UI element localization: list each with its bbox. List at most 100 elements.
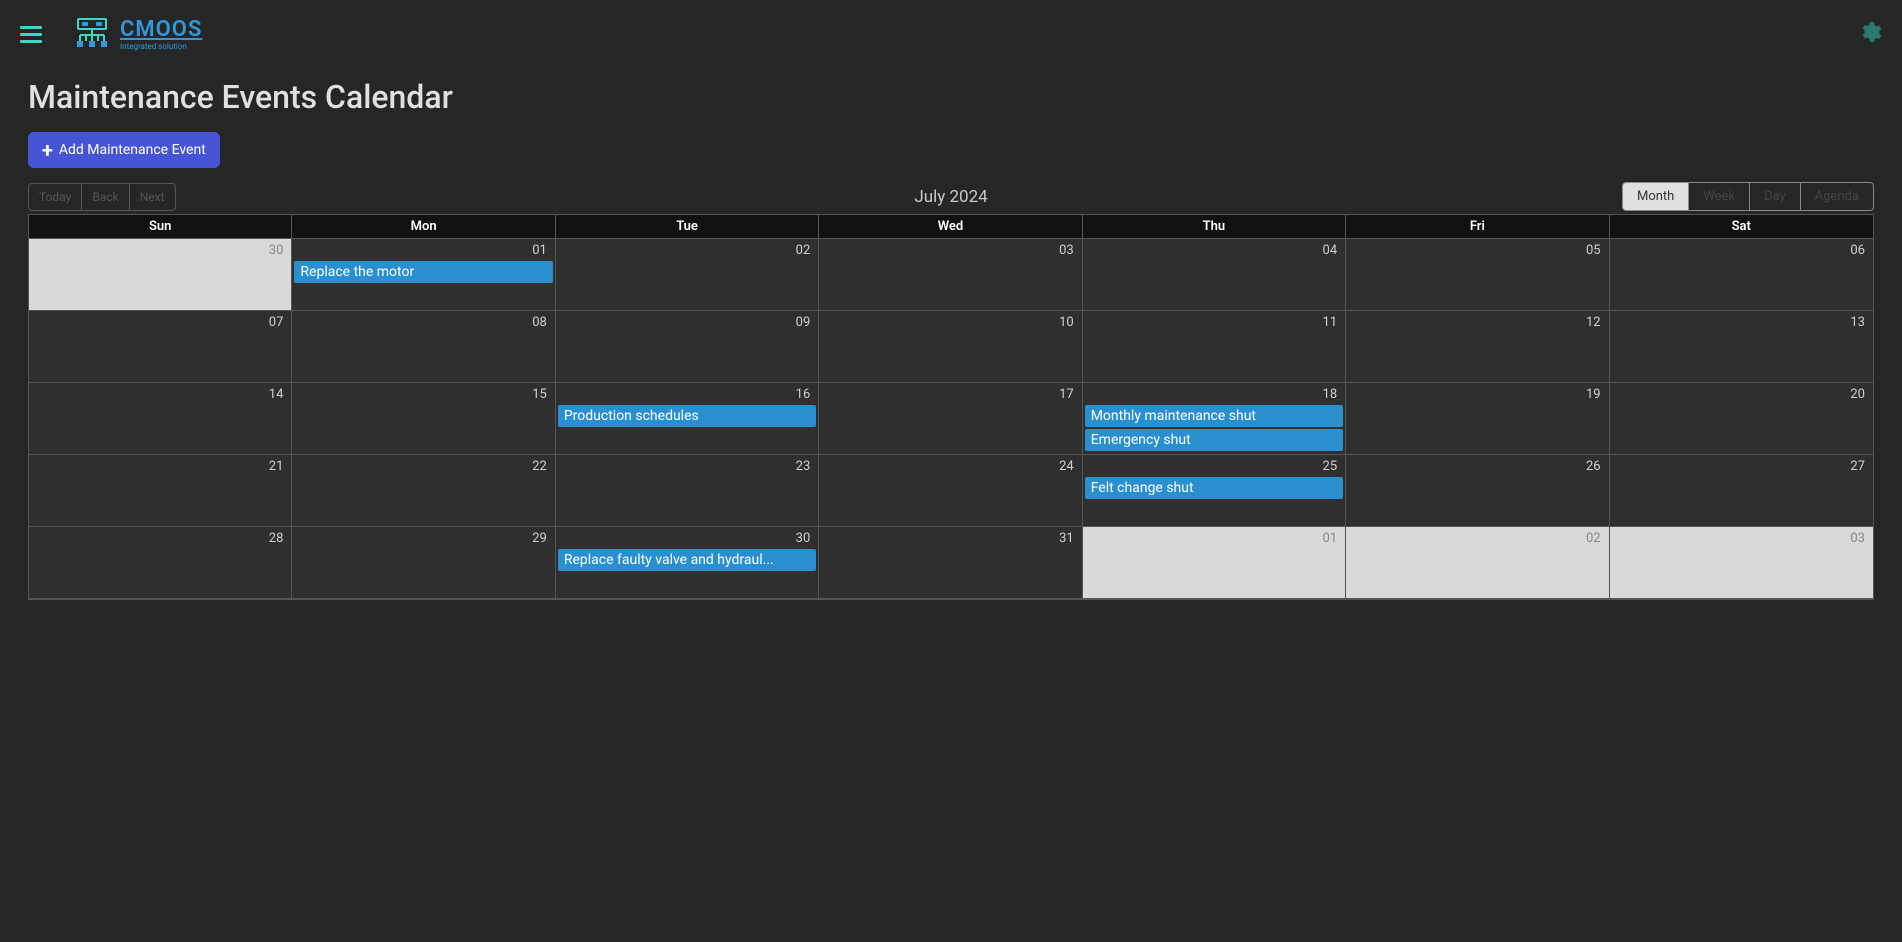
calendar-event[interactable]: Production schedules <box>558 405 816 427</box>
calendar-event[interactable]: Emergency shut <box>1085 429 1343 451</box>
day-number: 21 <box>269 459 284 474</box>
gear-icon <box>1858 20 1882 44</box>
calendar-cell[interactable]: 22 <box>292 455 555 527</box>
calendar-cell[interactable]: 01 <box>1083 527 1346 599</box>
calendar-cell[interactable]: 16 Production schedules <box>556 383 819 455</box>
day-number: 05 <box>1586 243 1601 258</box>
day-number: 16 <box>796 387 811 402</box>
calendar-cell[interactable]: 15 <box>292 383 555 455</box>
logo[interactable]: CMOOS Integrated solution <box>72 17 202 53</box>
day-number: 02 <box>796 243 811 258</box>
calendar-cell[interactable]: 31 <box>819 527 1082 599</box>
calendar-event[interactable]: Replace the motor <box>294 261 552 283</box>
calendar-event[interactable]: Felt change shut <box>1085 477 1343 499</box>
day-header: Wed <box>819 215 1082 238</box>
day-number: 31 <box>1059 531 1074 546</box>
day-number: 30 <box>796 531 811 546</box>
day-number: 07 <box>269 315 284 330</box>
day-number: 01 <box>532 243 547 258</box>
day-header: Fri <box>1346 215 1609 238</box>
calendar-cell[interactable]: 29 <box>292 527 555 599</box>
logo-subtitle: Integrated solution <box>120 43 202 51</box>
logo-icon <box>72 17 112 53</box>
calendar-event[interactable]: Replace faulty valve and hydraul... <box>558 549 816 571</box>
app-header: CMOOS Integrated solution <box>0 0 1902 70</box>
day-number: 25 <box>1323 459 1338 474</box>
day-number: 18 <box>1323 387 1338 402</box>
next-button[interactable]: Next <box>130 184 175 210</box>
day-number: 03 <box>1059 243 1074 258</box>
calendar-cell[interactable]: 08 <box>292 311 555 383</box>
calendar-cell[interactable]: 14 <box>29 383 292 455</box>
day-number: 10 <box>1059 315 1074 330</box>
day-header: Thu <box>1083 215 1346 238</box>
view-agenda-button[interactable]: Agenda <box>1801 183 1873 210</box>
day-number: 15 <box>532 387 547 402</box>
settings-button[interactable] <box>1858 20 1882 48</box>
day-number: 27 <box>1850 459 1865 474</box>
calendar-cell[interactable]: 09 <box>556 311 819 383</box>
day-number: 02 <box>1586 531 1601 546</box>
back-button[interactable]: Back <box>82 184 129 210</box>
day-number: 17 <box>1059 387 1074 402</box>
calendar-cell[interactable]: 05 <box>1346 239 1609 311</box>
day-number: 11 <box>1323 315 1338 330</box>
day-number: 19 <box>1586 387 1601 402</box>
day-number: 30 <box>269 243 284 258</box>
day-number: 06 <box>1850 243 1865 258</box>
view-month-button[interactable]: Month <box>1623 183 1689 210</box>
calendar-cell[interactable]: 19 <box>1346 383 1609 455</box>
calendar-cell[interactable]: 02 <box>556 239 819 311</box>
day-header: Tue <box>556 215 819 238</box>
day-number: 14 <box>269 387 284 402</box>
calendar-cell[interactable]: 03 <box>1610 527 1873 599</box>
calendar-cell[interactable]: 26 <box>1346 455 1609 527</box>
calendar-cell[interactable]: 30 Replace faulty valve and hydraul... <box>556 527 819 599</box>
calendar-cell[interactable]: 27 <box>1610 455 1873 527</box>
day-header: Sun <box>29 215 292 238</box>
calendar-cell[interactable]: 30 <box>29 239 292 311</box>
calendar-cell[interactable]: 13 <box>1610 311 1873 383</box>
calendar-cell[interactable]: 06 <box>1610 239 1873 311</box>
today-button[interactable]: Today <box>29 184 82 210</box>
page-title: Maintenance Events Calendar <box>28 78 1874 116</box>
view-week-button[interactable]: Week <box>1689 183 1750 210</box>
calendar-cell[interactable]: 21 <box>29 455 292 527</box>
day-number: 22 <box>532 459 547 474</box>
calendar-cell[interactable]: 23 <box>556 455 819 527</box>
day-number: 03 <box>1850 531 1865 546</box>
add-button-label: Add Maintenance Event <box>59 142 206 158</box>
menu-toggle-button[interactable] <box>20 26 42 44</box>
calendar-event[interactable]: Monthly maintenance shut <box>1085 405 1343 427</box>
calendar-cell[interactable]: 10 <box>819 311 1082 383</box>
calendar-cell[interactable]: 04 <box>1083 239 1346 311</box>
view-day-button[interactable]: Day <box>1750 183 1801 210</box>
calendar-cell[interactable]: 12 <box>1346 311 1609 383</box>
day-number: 12 <box>1586 315 1601 330</box>
calendar-view-switcher: Month Week Day Agenda <box>1622 182 1874 211</box>
calendar-cell[interactable]: 28 <box>29 527 292 599</box>
calendar-cell[interactable]: 17 <box>819 383 1082 455</box>
day-number: 24 <box>1059 459 1074 474</box>
calendar-cell[interactable]: 18 Monthly maintenance shutEmergency shut <box>1083 383 1346 455</box>
calendar-nav-buttons: Today Back Next <box>28 183 176 211</box>
calendar-cell[interactable]: 07 <box>29 311 292 383</box>
day-number: 23 <box>796 459 811 474</box>
day-number: 09 <box>796 315 811 330</box>
day-number: 08 <box>532 315 547 330</box>
day-number: 13 <box>1850 315 1865 330</box>
day-number: 26 <box>1586 459 1601 474</box>
calendar-grid: SunMonTueWedThuFriSat 30 01 Replace the mo… <box>28 214 1874 600</box>
day-number: 28 <box>269 531 284 546</box>
day-header: Sat <box>1610 215 1873 238</box>
calendar-cell[interactable]: 02 <box>1346 527 1609 599</box>
current-month-label: July 2024 <box>914 187 987 207</box>
calendar-cell[interactable]: 25 Felt change shut <box>1083 455 1346 527</box>
calendar-cell[interactable]: 01 Replace the motor <box>292 239 555 311</box>
calendar-cell[interactable]: 20 <box>1610 383 1873 455</box>
add-maintenance-event-button[interactable]: + Add Maintenance Event <box>28 132 220 168</box>
day-header: Mon <box>292 215 555 238</box>
calendar-cell[interactable]: 11 <box>1083 311 1346 383</box>
calendar-cell[interactable]: 24 <box>819 455 1082 527</box>
calendar-cell[interactable]: 03 <box>819 239 1082 311</box>
